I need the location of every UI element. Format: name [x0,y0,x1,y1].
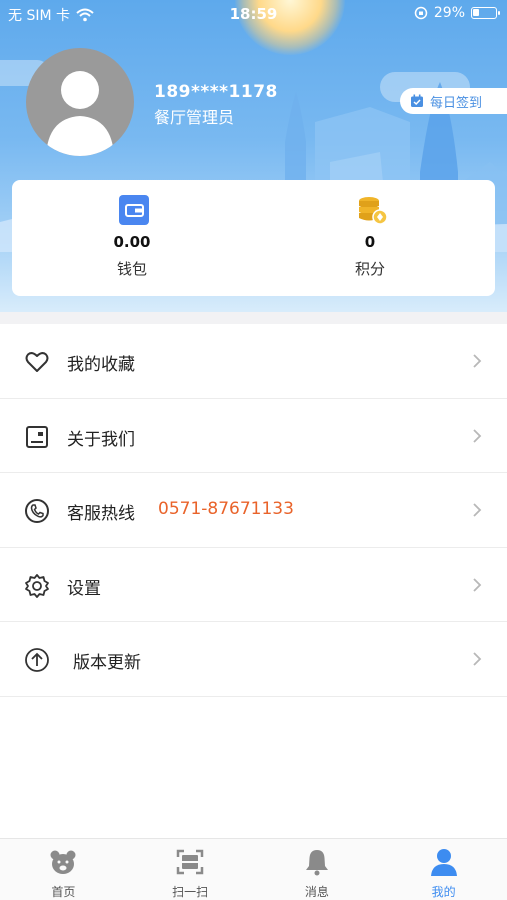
chevron-right-icon [473,428,482,443]
settings-menu: 我的收藏 关于我们 客服热线 0571-87671133 设置 版本更新 [0,324,507,697]
tab-home[interactable]: 首页 [0,839,127,900]
checkin-label: 每日签到 [430,95,483,111]
scan-icon [176,849,204,875]
points-stat[interactable]: 0 积分 [250,180,490,296]
tab-mine[interactable]: 我的 [380,839,507,900]
upload-icon [25,648,49,672]
menu-item-hotline[interactable]: 客服热线 0571-87671133 [0,473,507,548]
user-role: 餐厅管理员 [154,108,235,127]
heart-icon [25,352,49,372]
menu-label: 客服热线 [67,504,135,524]
info-card-icon [26,425,48,448]
menu-label: 关于我们 [67,429,135,450]
stats-card: 0.00 钱包 0 积分 [12,180,495,296]
menu-item-version-update[interactable]: 版本更新 [0,622,507,697]
chevron-right-icon [473,652,482,666]
tab-label: 首页 [51,885,76,899]
menu-item-favorites[interactable]: 我的收藏 [0,324,507,399]
menu-item-about[interactable]: 关于我们 [0,399,507,473]
wallet-icon [119,195,149,225]
hotline-number[interactable]: 0571-87671133 [158,499,294,519]
points-label: 积分 [354,260,385,278]
menu-label: 设置 [67,578,101,599]
orientation-lock-icon [414,6,428,20]
chevron-right-icon [473,503,482,517]
wallet-stat[interactable]: 0.00 钱包 [12,180,252,296]
status-bar: 无 SIM 卡 18:59 29% [0,0,507,28]
menu-item-settings[interactable]: 设置 [0,548,507,622]
menu-label: 我的收藏 [67,355,135,375]
bottom-tab-bar: 首页 扫一扫 消息 我的 [0,838,507,900]
daily-checkin-button[interactable]: 每日签到 [400,88,507,114]
bell-icon [305,850,328,876]
coins-icon [359,197,388,225]
calendar-check-icon [411,94,423,107]
chevron-right-icon [473,354,482,368]
wallet-label: 钱包 [116,260,147,278]
tab-label: 消息 [304,885,329,899]
wallet-value: 0.00 [113,233,151,251]
battery-icon [471,7,500,19]
battery-percent: 29% [433,5,465,21]
chevron-right-icon [473,577,482,592]
avatar[interactable] [26,48,134,156]
default-avatar-icon [46,71,114,156]
points-value: 0 [364,233,376,251]
tab-label: 我的 [431,885,456,899]
section-divider [0,312,507,324]
person-icon [430,849,457,876]
menu-label: 版本更新 [73,653,141,673]
phone-icon [25,499,49,523]
gear-icon [25,573,49,598]
user-phone: 189****1178 [154,82,278,102]
battery-level [473,9,479,16]
tab-messages[interactable]: 消息 [254,839,381,900]
tab-label: 扫一扫 [172,885,209,899]
bear-icon [50,850,76,874]
tab-scan[interactable]: 扫一扫 [127,839,254,900]
